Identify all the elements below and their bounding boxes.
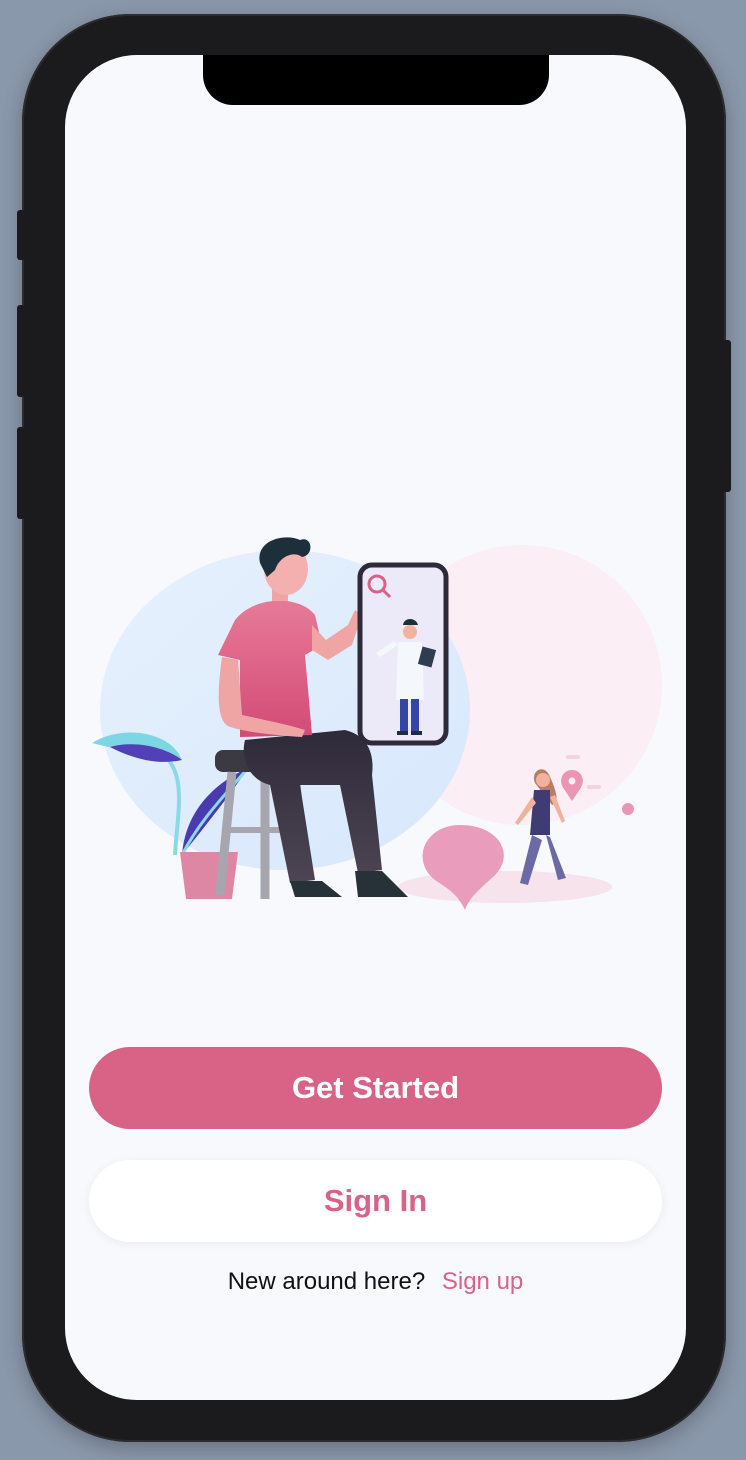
- phone-illustration: [357, 562, 449, 746]
- sign-in-button[interactable]: Sign In: [89, 1160, 662, 1242]
- signup-prompt: New around here? Sign up: [65, 1268, 686, 1296]
- volume-down-button: [17, 427, 25, 519]
- app-screen: Get Started Sign In New around here? Sig…: [65, 55, 686, 1400]
- doctor-consultation-illustration: [92, 537, 662, 910]
- ground-shadow: [398, 871, 612, 903]
- decor-dot: [622, 803, 634, 815]
- silent-switch: [17, 210, 25, 260]
- signup-prompt-text: New around here?: [227, 1268, 426, 1295]
- volume-up-button: [17, 305, 25, 397]
- camera-notch: [203, 55, 549, 105]
- sign-up-link[interactable]: Sign up: [442, 1268, 523, 1295]
- power-button: [723, 340, 731, 492]
- get-started-button[interactable]: Get Started: [89, 1047, 662, 1129]
